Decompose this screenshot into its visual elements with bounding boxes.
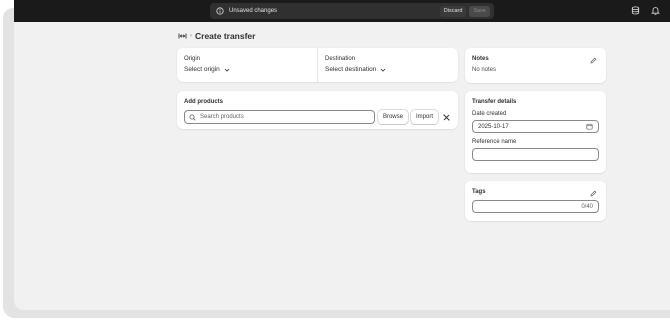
- close-icon[interactable]: [442, 113, 451, 122]
- destination-section[interactable]: Destination Select destination: [317, 48, 458, 82]
- search-icon: [189, 114, 196, 121]
- tags-field[interactable]: 0/40: [472, 200, 599, 213]
- destination-label: Destination: [325, 56, 356, 62]
- search-products-input[interactable]: Search products: [184, 110, 375, 124]
- search-placeholder: Search products: [200, 114, 244, 120]
- notes-value: No notes: [472, 67, 497, 73]
- tags-card: Tags 0/40: [465, 181, 606, 221]
- date-created-value: 2025-10-17: [478, 123, 509, 130]
- calendar-icon[interactable]: [586, 123, 593, 130]
- unsaved-changes-bar: Unsaved changes Discard Save: [210, 3, 494, 19]
- transfer-details-label: Transfer details: [472, 99, 517, 105]
- transfer-icon[interactable]: [178, 32, 187, 40]
- import-button[interactable]: Import: [410, 110, 438, 124]
- database-icon[interactable]: [631, 6, 640, 15]
- date-created-label: Date created: [472, 111, 507, 117]
- origin-destination-card: Origin Select origin Destination Select …: [177, 48, 458, 82]
- bell-icon[interactable]: [651, 6, 660, 15]
- tags-counter: 0/40: [581, 203, 593, 210]
- chevron-down-icon[interactable]: [380, 68, 386, 72]
- browse-button[interactable]: Browse: [377, 110, 408, 124]
- page-title: Create transfer: [195, 31, 256, 41]
- origin-section[interactable]: Origin Select origin: [177, 48, 317, 82]
- pencil-icon[interactable]: [590, 190, 597, 197]
- origin-select[interactable]: Select origin: [184, 66, 220, 73]
- discard-button[interactable]: Discard: [439, 5, 467, 17]
- save-button[interactable]: Save: [469, 5, 490, 17]
- transfer-details-card: Transfer details Date created 2025-10-17…: [465, 91, 606, 173]
- info-icon: [216, 7, 224, 15]
- top-bar: Unsaved changes Discard Save: [14, 0, 670, 22]
- reference-name-label: Reference name: [472, 139, 517, 145]
- date-created-field[interactable]: 2025-10-17: [472, 120, 599, 133]
- notes-label: Notes: [472, 56, 489, 62]
- tags-label: Tags: [472, 189, 486, 195]
- notes-card: Notes No notes: [465, 48, 606, 83]
- add-products-label: Add products: [184, 99, 223, 105]
- destination-select[interactable]: Select destination: [325, 66, 376, 73]
- chevron-down-icon[interactable]: [224, 68, 230, 72]
- page-header: › Create transfer: [178, 31, 255, 41]
- add-products-card: Add products Search products Browse Impo…: [177, 91, 458, 129]
- reference-name-field[interactable]: [472, 148, 599, 161]
- pencil-icon[interactable]: [590, 57, 597, 64]
- unsaved-message: Unsaved changes: [229, 8, 278, 14]
- origin-label: Origin: [184, 56, 201, 62]
- breadcrumb-separator: ›: [190, 33, 192, 39]
